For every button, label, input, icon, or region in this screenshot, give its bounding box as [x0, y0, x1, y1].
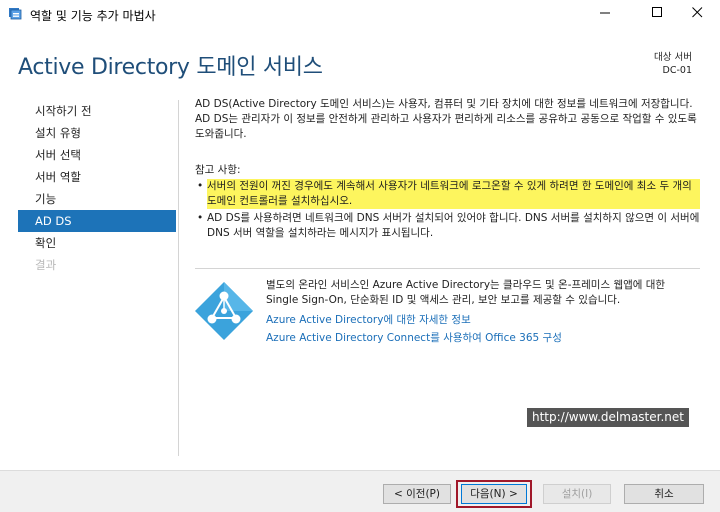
note-text: AD DS를 사용하려면 네트워크에 DNS 서버가 설치되어 있어야 합니다.…: [207, 212, 700, 239]
azure-ad-info-link[interactable]: Azure Active Directory에 대한 자세한 정보: [266, 312, 471, 327]
cancel-button[interactable]: 취소: [624, 484, 704, 504]
nav-item-server-selection[interactable]: 서버 선택: [18, 144, 176, 166]
nav-item-server-roles[interactable]: 서버 역할: [18, 166, 176, 188]
maximize-icon: [651, 7, 663, 21]
nav-item-features[interactable]: 기능: [18, 188, 176, 210]
main-content: AD DS(Active Directory 도메인 서비스)는 사용자, 컴퓨…: [195, 97, 700, 241]
bullet-icon: •: [197, 180, 204, 192]
note-item: • 서버의 전원이 꺼진 경우에도 계속해서 사용자가 네트워크에 로그온할 수…: [195, 179, 700, 209]
intro-text: AD DS(Active Directory 도메인 서비스)는 사용자, 컴퓨…: [195, 98, 697, 140]
target-server-label: 대상 서버: [654, 52, 692, 63]
content-divider: [195, 268, 700, 269]
nav-item-installation-type[interactable]: 설치 유형: [18, 122, 176, 144]
window-title: 역할 및 기능 추가 마법사: [30, 9, 156, 23]
close-button[interactable]: [674, 0, 720, 28]
notes-title: 참고 사항:: [195, 164, 241, 176]
azure-ad-connect-link[interactable]: Azure Active Directory Connect를 사용하여 Off…: [266, 330, 562, 345]
previous-button[interactable]: < 이전(P): [383, 484, 451, 504]
azure-ad-icon: [193, 280, 255, 342]
nav-item-before-you-begin[interactable]: 시작하기 전: [18, 100, 176, 122]
title-bar: 역할 및 기능 추가 마법사: [0, 0, 720, 28]
note-item: • AD DS를 사용하려면 네트워크에 DNS 서버가 설치되어 있어야 합니…: [195, 211, 700, 241]
page-title: Active Directory 도메인 서비스: [18, 55, 323, 80]
minimize-icon: [599, 7, 611, 21]
nav-item-results: 결과: [35, 258, 57, 272]
footer-bar: < 이전(P) 다음(N) > 설치(I) 취소: [0, 470, 720, 512]
nav-item-confirmation[interactable]: 확인: [18, 232, 176, 254]
minimize-button[interactable]: [582, 0, 628, 28]
next-button[interactable]: 다음(N) >: [461, 484, 527, 504]
azure-description: 별도의 온라인 서비스인 Azure Active Directory는 클라우…: [266, 279, 666, 306]
target-server-value: DC-01: [662, 65, 692, 76]
close-icon: [691, 7, 703, 21]
note-text-highlighted: 서버의 전원이 꺼진 경우에도 계속해서 사용자가 네트워크에 로그온할 수 있…: [207, 179, 700, 209]
nav-item-ad-ds[interactable]: AD DS: [18, 210, 176, 232]
target-server: 대상 서버 DC-01: [654, 51, 692, 77]
nav-divider: [178, 100, 179, 456]
bullet-icon: •: [197, 212, 204, 224]
wizard-nav: 시작하기 전 설치 유형 서버 선택 서버 역할 기능 AD DS 확인 결과: [18, 100, 176, 276]
install-button: 설치(I): [543, 484, 611, 504]
watermark: http://www.delmaster.net: [527, 408, 689, 427]
server-manager-icon: [8, 7, 24, 21]
